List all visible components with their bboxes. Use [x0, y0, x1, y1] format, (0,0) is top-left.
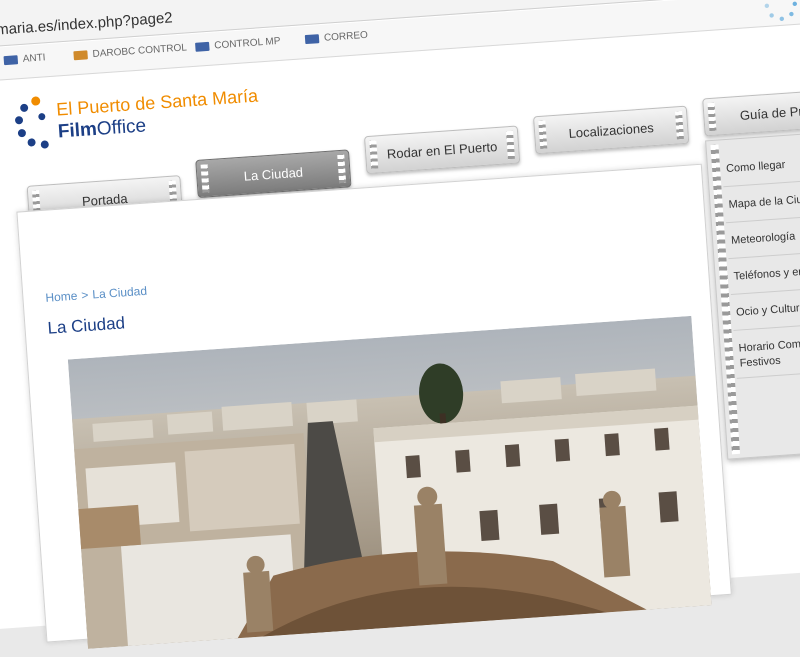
sidebar-item-meteorologia[interactable]: Meteorología	[731, 225, 800, 249]
page-title: La Ciudad	[46, 313, 126, 338]
city-rooftops-photo	[67, 315, 712, 649]
flag-icon	[304, 34, 320, 45]
tab-rodar-en-el-puerto[interactable]: Rodar en El Puerto	[363, 125, 521, 175]
flag-icon	[73, 50, 88, 61]
sidebar-item-telefonos[interactable]: Teléfonos y en	[733, 261, 800, 285]
sidebar-item-horario-comercial[interactable]: Horario Com Festivos	[738, 332, 800, 371]
sidebar-divider	[723, 176, 800, 188]
bookmark-item[interactable]: DAROBC CONTROL	[73, 42, 187, 61]
sidebar-divider	[733, 320, 800, 331]
flag-icon	[195, 41, 210, 52]
bookmark-item[interactable]: CORREO	[304, 30, 368, 45]
sidebar-item-como-llegar[interactable]: Como llegar	[726, 153, 800, 177]
logo-subtitle: FilmOffice	[57, 115, 147, 143]
logo-title: El Puerto de Santa María	[55, 85, 259, 120]
tab-localizaciones[interactable]: Localizaciones	[533, 105, 690, 155]
loading-spinner-icon	[764, 1, 797, 22]
sidebar-divider	[730, 284, 800, 296]
url-text[interactable]: tamaria.es/index.php?page2	[0, 9, 173, 39]
bookmark-item[interactable]: CONTROL MP	[195, 36, 281, 53]
sidebar-item-mapa-de-la-ciudad[interactable]: Mapa de la Ciuda	[728, 189, 800, 213]
sidebar-item-ocio-y-cultura[interactable]: Ocio y Cultura	[736, 297, 800, 321]
sidebar-divider	[725, 212, 800, 224]
bookmark-item[interactable]: ANTI	[3, 52, 46, 66]
flag-icon	[3, 55, 19, 66]
sidebar-divider	[728, 248, 800, 260]
breadcrumb-home-link[interactable]: Home	[45, 289, 78, 305]
breadcrumb: Home > La Ciudad	[45, 284, 147, 305]
sidebar-menu: Como llegar Mapa de la Ciuda Meteorologí…	[705, 129, 800, 460]
breadcrumb-separator: >	[80, 287, 89, 303]
main-content: Home > La Ciudad La Ciudad	[16, 163, 732, 649]
browser-page: tamaria.es/index.php?page2 Ad ANTI DAROB…	[0, 0, 800, 649]
screenshot-stage: tamaria.es/index.php?page2 Ad ANTI DAROB…	[0, 0, 800, 649]
tab-guia-de-profesionales[interactable]: Guía de Profe	[702, 87, 800, 137]
breadcrumb-current[interactable]: La Ciudad	[92, 284, 148, 302]
